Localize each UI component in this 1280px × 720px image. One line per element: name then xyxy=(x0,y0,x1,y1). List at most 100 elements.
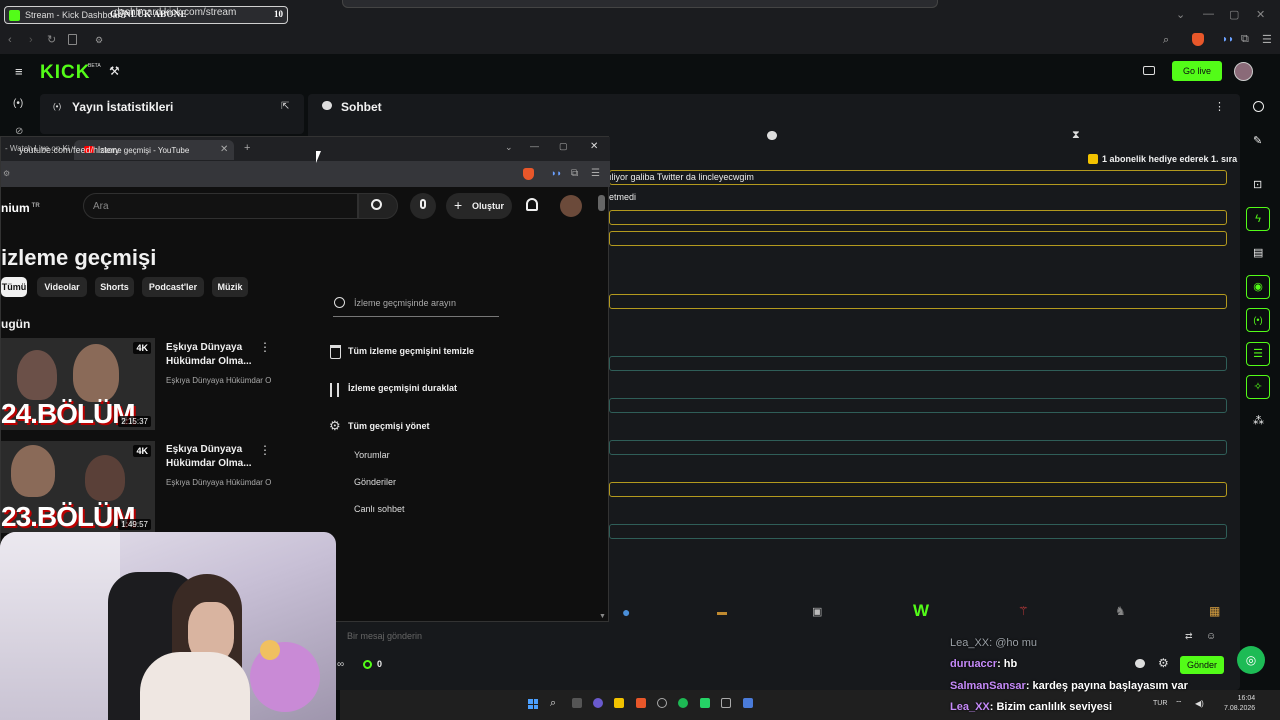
chat-mode-icon[interactable] xyxy=(767,131,777,140)
settings-app-icon[interactable] xyxy=(721,698,731,708)
close-icon[interactable]: ✕ xyxy=(1256,8,1265,21)
discord-icon[interactable] xyxy=(593,698,603,708)
brave-icon[interactable] xyxy=(636,698,646,708)
camera-icon[interactable]: ⊡ xyxy=(1253,178,1262,191)
input-language[interactable]: TUR xyxy=(1153,700,1167,707)
video-channel[interactable]: Eşkıya Dünyaya Hükümdar O xyxy=(166,376,271,385)
chat-settings-icon[interactable]: ⚙ xyxy=(1158,656,1169,670)
notes-icon[interactable]: ▤ xyxy=(1253,246,1263,259)
hammer-icon[interactable]: ⚒ xyxy=(109,64,120,78)
go-live-button[interactable]: Go live xyxy=(1172,61,1222,81)
zoom-icon[interactable]: ⌕ xyxy=(1163,34,1169,47)
menu-icon[interactable]: ☰ xyxy=(1262,33,1272,46)
browser-tab-search[interactable] xyxy=(342,0,938,8)
volume-icon[interactable]: ◀) xyxy=(1195,699,1204,708)
clear-history-button[interactable]: Tüm izleme geçmişini temizle xyxy=(348,346,474,356)
start-icon[interactable] xyxy=(528,699,538,709)
yt-close-icon[interactable]: ✕ xyxy=(590,141,598,152)
lightning-icon[interactable]: ϟ xyxy=(1246,207,1270,231)
emoji-icon[interactable]: ☺ xyxy=(1206,631,1216,642)
emote-gg-icon[interactable]: ▣ xyxy=(812,605,822,618)
broadcast-toggle-icon[interactable]: (•) xyxy=(1246,308,1270,332)
yt-tab-list-icon[interactable]: ⌄ xyxy=(505,142,513,153)
extensions-icon[interactable]: ⧉ xyxy=(1241,33,1249,46)
taskbar-clock[interactable]: 16:04 7.08.2026 xyxy=(1224,694,1255,714)
chip-videos[interactable]: Videolar xyxy=(37,277,87,297)
stream-preview-icon[interactable] xyxy=(1143,66,1155,75)
popout-icon[interactable]: ⇱ xyxy=(281,101,289,112)
wallet-icon[interactable]: ◗◗ xyxy=(1222,34,1234,45)
url-field[interactable]: dashboard.kick.com/stream xyxy=(114,7,236,18)
youtube-avatar[interactable] xyxy=(560,195,582,217)
back-icon[interactable]: ‹ xyxy=(8,34,12,46)
video-thumbnail[interactable]: 24.BÖLÜM 4K 2:15:37 xyxy=(1,338,155,430)
scroll-down-icon[interactable]: ▼ xyxy=(599,613,606,620)
video-title[interactable]: Eşkıya Dünyaya Hükümdar Olma... xyxy=(166,341,256,369)
site-info-icon[interactable]: ⚙ xyxy=(95,35,103,46)
slow-mode-icon[interactable]: ⧗ xyxy=(1072,129,1080,142)
chip-shorts[interactable]: Shorts xyxy=(95,277,134,297)
video-title[interactable]: Eşkıya Dünyaya Hükümdar Olma... xyxy=(166,443,256,471)
emote-bar-icon[interactable]: ▬ xyxy=(717,607,727,618)
emote-face-icon[interactable]: ▦ xyxy=(1209,604,1220,618)
video-menu-icon[interactable]: ⋮ xyxy=(259,443,271,457)
info-icon[interactable] xyxy=(1253,101,1264,112)
chat-options-icon[interactable]: ⋮ xyxy=(1214,100,1225,113)
yt-maximize-icon[interactable]: ▢ xyxy=(559,141,568,152)
youtube-logo[interactable]: nium TR xyxy=(1,201,40,215)
manage-history-button[interactable]: Tüm geçmişi yönet xyxy=(348,421,430,431)
voice-search-button[interactable] xyxy=(410,193,436,219)
yt-brave-shields-icon[interactable] xyxy=(523,168,534,180)
history-link-live-chat[interactable]: Canlı sohbet xyxy=(354,504,405,514)
wrench-icon[interactable]: ✧ xyxy=(1246,375,1270,399)
whatsapp-icon[interactable] xyxy=(700,698,710,708)
emote-dance-icon[interactable]: ⚚ xyxy=(1018,604,1029,618)
chip-all[interactable]: Tümü xyxy=(1,277,27,297)
video-channel[interactable]: Eşkıya Dünyaya Hükümdar O xyxy=(166,478,271,487)
youtube-search-input[interactable] xyxy=(83,193,358,219)
notifications-icon[interactable] xyxy=(526,198,538,211)
chat-bubble-icon[interactable]: ◉ xyxy=(1246,275,1270,299)
history-link-comments[interactable]: Yorumlar xyxy=(354,450,390,460)
yt-extensions-icon[interactable]: ⧉ xyxy=(571,168,578,179)
video-thumbnail[interactable]: 23.BÖLÜM 4K 1:49:57 xyxy=(1,441,155,533)
kick-logo[interactable]: KICK xyxy=(40,62,90,84)
add-widget-icon[interactable]: ⁂ xyxy=(1253,414,1264,427)
wifi-icon[interactable]: ⌔ xyxy=(1175,699,1183,709)
forward-icon[interactable]: › xyxy=(29,34,33,46)
floating-action-icon[interactable]: ◎ xyxy=(1237,646,1265,674)
pause-history-button[interactable]: İzleme geçmişini duraklat xyxy=(348,383,457,393)
youtube-search-button[interactable] xyxy=(358,193,398,219)
hamburger-icon[interactable]: ≡ xyxy=(15,64,23,79)
explorer-icon[interactable] xyxy=(614,698,624,708)
send-button[interactable]: Gönder xyxy=(1180,656,1224,674)
emote-globe-icon[interactable]: ● xyxy=(622,604,630,620)
brave-shields-icon[interactable] xyxy=(1192,33,1204,46)
yt-wallet-icon[interactable]: ◗◗ xyxy=(551,168,562,178)
chip-podcasts[interactable]: Podcast'ler xyxy=(142,277,204,297)
broadcast-icon[interactable]: (•) xyxy=(13,98,23,109)
create-button[interactable]: + Oluştur xyxy=(446,193,512,219)
history-link-posts[interactable]: Gönderiler xyxy=(354,477,396,487)
edit-icon[interactable]: ✎ xyxy=(1253,134,1262,147)
bookmark-icon[interactable] xyxy=(68,34,77,45)
yt-minimize-icon[interactable]: — xyxy=(530,141,539,151)
spotify-icon[interactable] xyxy=(678,698,688,708)
emote-figure-icon[interactable]: ♞ xyxy=(1115,604,1126,618)
chip-music[interactable]: Müzik xyxy=(212,277,248,297)
reload-icon[interactable]: ↻ xyxy=(47,33,56,46)
new-tab-icon[interactable]: + xyxy=(244,142,250,154)
yt-scrollbar[interactable] xyxy=(598,195,605,211)
chat-input[interactable]: Bir mesaj gönderin xyxy=(347,631,422,641)
yt-menu-icon[interactable]: ☰ xyxy=(591,168,600,179)
translate-icon[interactable]: ⇄ xyxy=(1185,631,1193,642)
obs-icon[interactable] xyxy=(657,698,667,708)
yt-site-info-icon[interactable]: ⚙ xyxy=(3,169,10,178)
app-icon[interactable] xyxy=(743,698,753,708)
tab-close-icon[interactable]: ✕ xyxy=(220,144,228,155)
user-avatar[interactable] xyxy=(1234,62,1253,81)
minimize-icon[interactable]: — xyxy=(1203,8,1214,20)
queue-icon[interactable]: ☰ xyxy=(1246,342,1270,366)
tab-list-icon[interactable]: ⌄ xyxy=(1176,8,1185,21)
youtube-url-field[interactable]: youtube.com/feed/history xyxy=(19,145,120,155)
